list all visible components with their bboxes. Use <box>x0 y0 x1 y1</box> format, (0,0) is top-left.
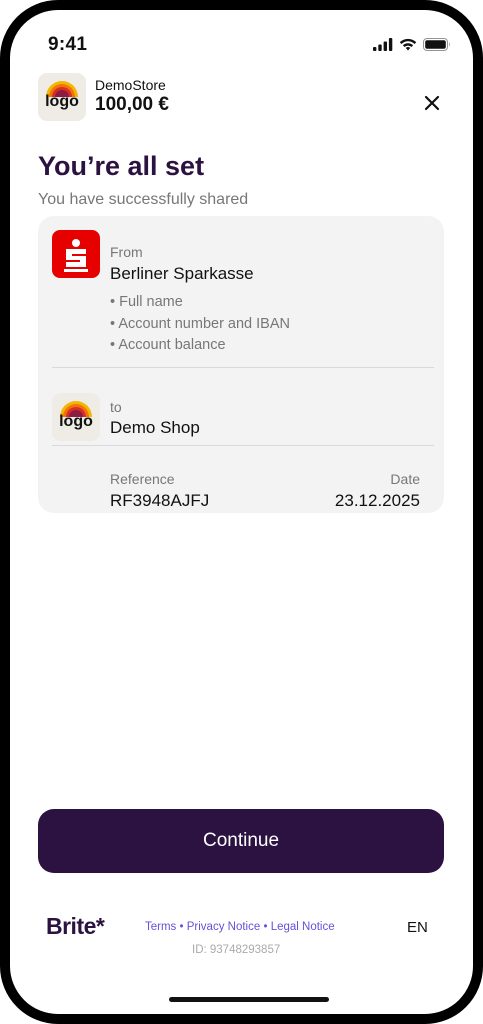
continue-button[interactable]: Continue <box>38 809 444 873</box>
home-indicator <box>169 997 329 1002</box>
status-time: 9:41 <box>48 34 88 55</box>
date-value: 23.12.2025 <box>334 491 420 510</box>
terms-link[interactable]: Terms <box>145 921 176 933</box>
shared-item: Full name <box>110 292 290 314</box>
footer-links: Terms • Privacy Notice • Legal Notice <box>145 921 335 933</box>
shared-item: Account balance <box>110 335 290 357</box>
reference-value: RF3948AJFJ <box>110 491 210 510</box>
shared-items-list: Full name Account number and IBAN Accoun… <box>110 292 290 357</box>
status-icons <box>373 38 451 51</box>
legal-notice-link[interactable]: Legal Notice <box>271 921 335 933</box>
shop-name: Demo Shop <box>110 418 200 437</box>
close-icon[interactable] <box>423 94 441 112</box>
sparkasse-logo-icon <box>52 230 100 278</box>
page-subtitle: You have successfully shared <box>38 191 249 208</box>
language-selector[interactable]: EN <box>407 919 428 936</box>
shared-details-card: From Berliner Sparkasse Full name Accoun… <box>38 216 444 513</box>
status-bar: 9:41 <box>10 24 473 55</box>
merchant-header: logo DemoStore 100,00 € <box>38 73 473 133</box>
brite-logo: Brite* <box>46 913 105 939</box>
battery-icon <box>423 38 450 51</box>
merchant-logo: logo <box>38 73 86 121</box>
wifi-icon <box>399 38 417 51</box>
payment-amount: 100,00 € <box>95 94 169 115</box>
phone-frame: 9:41 logo DemoStore 100,00 € You’re all … <box>0 0 483 1024</box>
shared-item: Account number and IBAN <box>110 314 290 336</box>
svg-text:logo: logo <box>45 93 79 110</box>
divider <box>52 445 434 446</box>
privacy-notice-link[interactable]: Privacy Notice <box>187 921 261 933</box>
bank-name: Berliner Sparkasse <box>110 264 254 283</box>
page-title: You’re all set <box>38 151 205 181</box>
signal-icon <box>373 38 393 51</box>
to-label: to <box>110 399 122 415</box>
date-label: Date <box>390 471 420 487</box>
merchant-name: DemoStore <box>95 77 166 93</box>
reference-label: Reference <box>110 471 175 487</box>
svg-text:logo: logo <box>59 413 93 430</box>
session-id: ID: 93748293857 <box>192 944 281 956</box>
shop-logo: logo <box>52 393 100 441</box>
divider <box>52 367 434 368</box>
from-label: From <box>110 244 143 260</box>
